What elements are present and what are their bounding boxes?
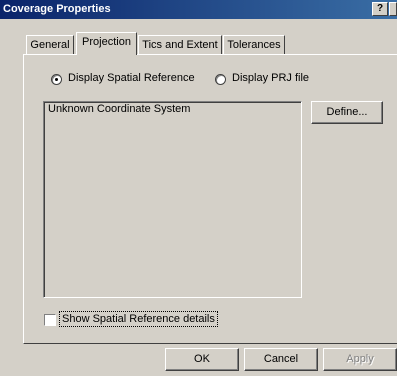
define-button[interactable]: Define...: [311, 101, 383, 124]
tab-tics-and-extent[interactable]: Tics and Extent: [138, 35, 222, 55]
show-details-checkbox[interactable]: [44, 314, 56, 326]
coverage-properties-dialog: Coverage Properties ? General Projection…: [0, 0, 397, 376]
title-bar[interactable]: Coverage Properties ?: [0, 0, 397, 19]
radio-selected-dot: [55, 78, 58, 81]
tab-general[interactable]: General: [26, 35, 74, 55]
coordinate-system-text: Unknown Coordinate System: [48, 103, 191, 115]
radio-display-spatial-reference-label[interactable]: Display Spatial Reference: [68, 72, 195, 84]
apply-button[interactable]: Apply: [323, 348, 397, 371]
close-button[interactable]: [389, 2, 397, 16]
radio-display-prj-file-label[interactable]: Display PRJ file: [232, 72, 309, 84]
ok-button[interactable]: OK: [165, 348, 239, 371]
window-title: Coverage Properties: [3, 3, 111, 15]
radio-display-prj-file[interactable]: [215, 74, 226, 85]
spatial-reference-box[interactable]: Unknown Coordinate System: [43, 101, 302, 298]
radio-display-spatial-reference[interactable]: [51, 74, 62, 85]
help-button[interactable]: ?: [372, 2, 388, 16]
show-details-label[interactable]: Show Spatial Reference details: [59, 311, 218, 327]
tab-projection[interactable]: Projection: [76, 32, 137, 55]
tab-tolerances[interactable]: Tolerances: [223, 35, 285, 55]
cancel-button[interactable]: Cancel: [244, 348, 318, 371]
